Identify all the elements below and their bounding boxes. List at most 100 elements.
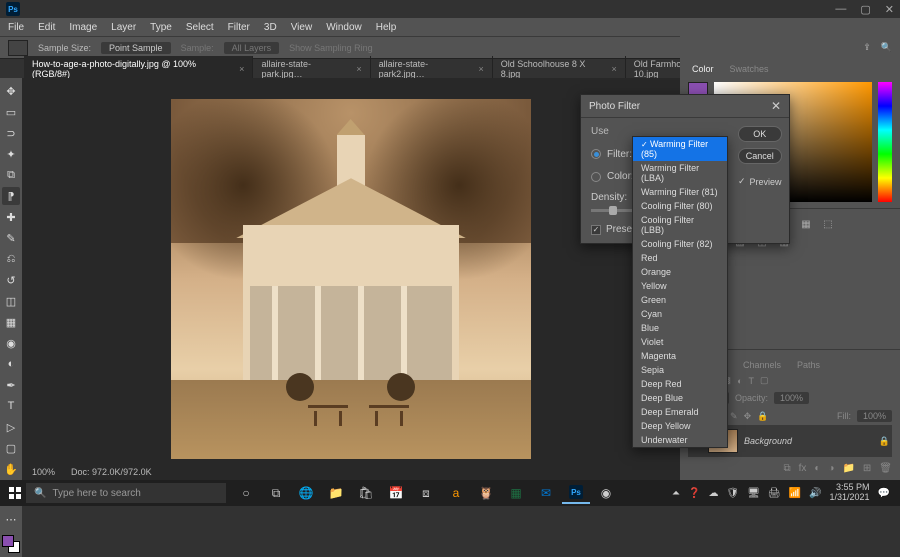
- filter-option[interactable]: Cooling Filter (LBB): [633, 213, 727, 237]
- tab-close-icon[interactable]: ×: [479, 64, 484, 74]
- filter-icon[interactable]: T: [749, 376, 755, 386]
- path-tool-icon[interactable]: ▷: [2, 418, 20, 436]
- zoom-level[interactable]: 100%: [32, 467, 55, 477]
- delete-icon[interactable]: 🗑: [879, 463, 892, 474]
- taskbar-search[interactable]: 🔍 Type here to search: [26, 483, 226, 503]
- group-icon[interactable]: 📁: [842, 463, 854, 474]
- marquee-tool-icon[interactable]: ▭: [2, 103, 20, 121]
- type-tool-icon[interactable]: T: [2, 397, 20, 415]
- crop-tool-icon[interactable]: ⧉: [2, 166, 20, 184]
- filter-radio[interactable]: [591, 149, 601, 159]
- menu-image[interactable]: Image: [69, 22, 97, 33]
- explorer-icon[interactable]: 📁: [322, 482, 350, 504]
- maximize-button[interactable]: ▢: [860, 3, 870, 16]
- photoshop-taskbar-icon[interactable]: Ps: [562, 482, 590, 504]
- swatches-tab[interactable]: Swatches: [726, 62, 773, 76]
- mail-icon[interactable]: ✉: [532, 482, 560, 504]
- edge-icon[interactable]: 🌐: [292, 482, 320, 504]
- shape-tool-icon[interactable]: ▢: [2, 439, 20, 457]
- lock-icon[interactable]: ✥: [744, 411, 752, 422]
- menu-filter[interactable]: Filter: [228, 22, 250, 33]
- filter-option[interactable]: Violet: [633, 335, 727, 349]
- menu-3d[interactable]: 3D: [264, 22, 277, 33]
- dodge-tool-icon[interactable]: ◐: [2, 355, 20, 373]
- fill-value[interactable]: 100%: [857, 410, 892, 422]
- adjust-icon[interactable]: ⬚: [820, 217, 836, 231]
- move-tool-icon[interactable]: ✥: [2, 82, 20, 100]
- fx-icon[interactable]: fx: [799, 463, 807, 474]
- filter-option[interactable]: Cooling Filter (82): [633, 237, 727, 251]
- cancel-button[interactable]: Cancel: [738, 148, 782, 164]
- taskview-icon[interactable]: ⧉: [262, 482, 290, 504]
- filter-option[interactable]: Deep Yellow: [633, 419, 727, 433]
- link-icon[interactable]: ⧉: [783, 463, 790, 474]
- filter-icon[interactable]: ▢: [760, 375, 769, 386]
- filter-option[interactable]: Orange: [633, 265, 727, 279]
- new-layer-icon[interactable]: ⊞: [863, 463, 871, 474]
- stamp-tool-icon[interactable]: ⎌: [2, 250, 20, 268]
- tray-icon[interactable]: ☁: [708, 488, 718, 499]
- filter-option[interactable]: Cooling Filter (80): [633, 199, 727, 213]
- tray-wifi-icon[interactable]: 📶: [789, 488, 801, 499]
- channels-tab[interactable]: Channels: [739, 358, 785, 372]
- lock-icon[interactable]: 🔒: [757, 411, 768, 422]
- brush-tool-icon[interactable]: ✎: [2, 229, 20, 247]
- menu-file[interactable]: File: [8, 22, 24, 33]
- filter-option[interactable]: Magenta: [633, 349, 727, 363]
- cortana-icon[interactable]: ○: [232, 482, 260, 504]
- eraser-tool-icon[interactable]: ◫: [2, 292, 20, 310]
- tray-volume-icon[interactable]: 🔊: [809, 488, 821, 499]
- filter-option[interactable]: Warming Filter (LBA): [633, 161, 727, 185]
- color-tab[interactable]: Color: [688, 62, 718, 76]
- notifications-icon[interactable]: 💬: [878, 488, 890, 499]
- tray-icon[interactable]: 🛡: [726, 488, 739, 499]
- edit-toolbar-icon[interactable]: ⋯: [2, 510, 20, 528]
- filter-option[interactable]: Sepia: [633, 363, 727, 377]
- foreground-background-colors[interactable]: [2, 535, 20, 553]
- tab-close-icon[interactable]: ×: [239, 64, 244, 74]
- filter-option[interactable]: Deep Red: [633, 377, 727, 391]
- filter-option[interactable]: Yellow: [633, 279, 727, 293]
- menu-edit[interactable]: Edit: [38, 22, 55, 33]
- menu-select[interactable]: Select: [186, 22, 214, 33]
- chrome-icon[interactable]: ◉: [592, 482, 620, 504]
- menu-view[interactable]: View: [291, 22, 313, 33]
- calendar-icon[interactable]: 📅: [382, 482, 410, 504]
- mask-icon[interactable]: ◐: [814, 463, 820, 474]
- blur-tool-icon[interactable]: ◉: [2, 334, 20, 352]
- dialog-close-icon[interactable]: ✕: [771, 99, 781, 113]
- heal-tool-icon[interactable]: ✚: [2, 208, 20, 226]
- opacity-value[interactable]: 100%: [774, 392, 809, 404]
- tab-close-icon[interactable]: ×: [356, 64, 361, 74]
- history-brush-icon[interactable]: ↺: [2, 271, 20, 289]
- tray-icon[interactable]: ⏶: [672, 488, 680, 499]
- amazon-icon[interactable]: a: [442, 482, 470, 504]
- menu-layer[interactable]: Layer: [111, 22, 136, 33]
- store-icon[interactable]: 🛍: [352, 482, 380, 504]
- paths-tab[interactable]: Paths: [793, 358, 824, 372]
- preserve-luminosity-checkbox[interactable]: ✓: [591, 225, 601, 235]
- menu-type[interactable]: Type: [150, 22, 172, 33]
- preview-checkbox[interactable]: ✓: [738, 176, 746, 187]
- share-icon[interactable]: ⇪: [863, 42, 871, 53]
- adjust-icon[interactable]: ▦: [798, 217, 814, 231]
- search-icon[interactable]: 🔍: [881, 42, 892, 53]
- filter-option[interactable]: Cyan: [633, 307, 727, 321]
- gradient-tool-icon[interactable]: ▦: [2, 313, 20, 331]
- filter-option[interactable]: Deep Blue: [633, 391, 727, 405]
- filter-option[interactable]: Underwater: [633, 433, 727, 447]
- minimize-button[interactable]: —: [835, 3, 846, 16]
- filter-option[interactable]: Warming Filter (81): [633, 185, 727, 199]
- sample-size-dropdown[interactable]: Point Sample: [101, 42, 171, 54]
- tripadvisor-icon[interactable]: 🦉: [472, 482, 500, 504]
- filter-option[interactable]: Green: [633, 293, 727, 307]
- menu-window[interactable]: Window: [326, 22, 362, 33]
- lock-icon[interactable]: ✎: [730, 411, 738, 422]
- tool-preset-icon[interactable]: [8, 40, 28, 56]
- filter-option[interactable]: Warming Filter (85): [633, 137, 727, 161]
- start-button[interactable]: [4, 482, 26, 504]
- tray-icon[interactable]: ❓: [688, 488, 700, 499]
- excel-icon[interactable]: ▦: [502, 482, 530, 504]
- ok-button[interactable]: OK: [738, 126, 782, 142]
- pen-tool-icon[interactable]: ✒: [2, 376, 20, 394]
